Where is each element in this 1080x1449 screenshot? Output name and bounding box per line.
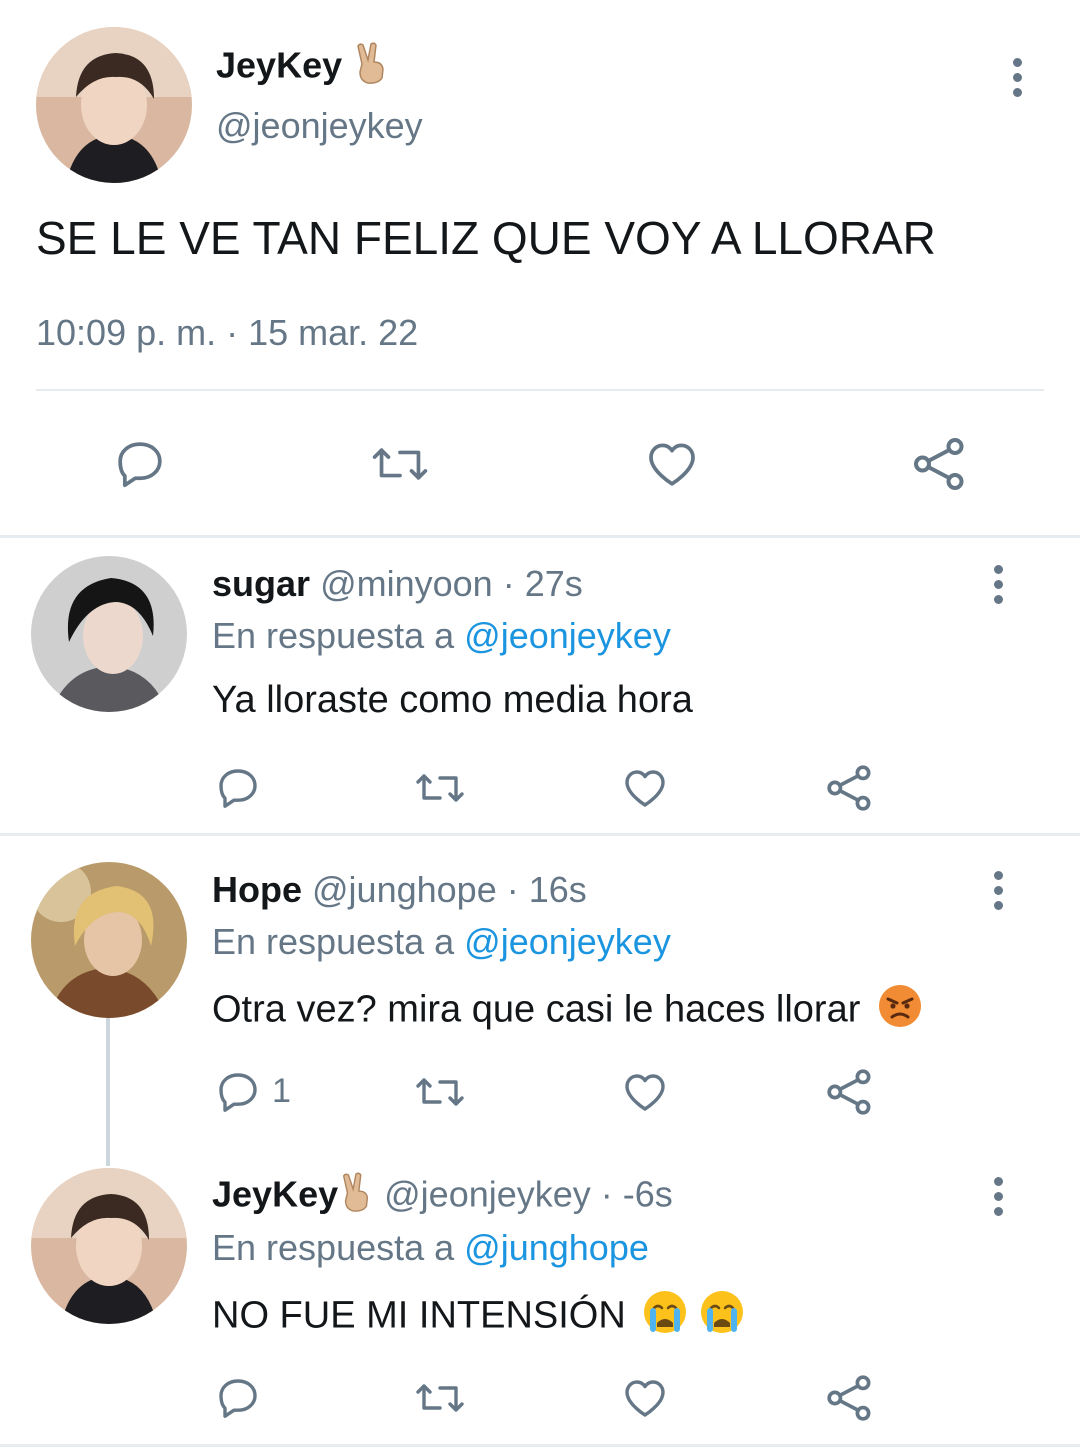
main-tweet-display-name: JeyKey	[216, 42, 390, 94]
reply-2-age: · 16s	[506, 869, 587, 910]
section-divider	[0, 535, 1080, 538]
reply-1-prefix: En respuesta a	[212, 615, 455, 656]
angry-face-emoji-icon	[877, 983, 923, 1040]
reply-3-share-icon[interactable]	[824, 1372, 876, 1424]
reply-3-age: · -6s	[600, 1173, 673, 1215]
reply-3-retweet-icon[interactable]	[414, 1374, 466, 1422]
reply-3-mention[interactable]: @junghope	[464, 1227, 649, 1268]
reply-1-text: Ya lloraste como media hora	[212, 679, 693, 721]
reply-1-handle[interactable]: @minyoon	[320, 563, 493, 604]
reply-3-display-name[interactable]: JeyKey	[212, 1174, 338, 1215]
reply-2-text: Otra vez? mira que casi le haces llorar	[212, 988, 861, 1031]
reply-avatar-sugar[interactable]	[31, 556, 187, 712]
thread-line	[106, 1018, 110, 1166]
reply-2-mention[interactable]: @jeonjeykey	[464, 921, 671, 962]
main-tweet-timestamp[interactable]: 10:09 p. m. · 15 mar. 22	[36, 311, 418, 355]
reply-3-reply-icon[interactable]	[214, 1374, 262, 1422]
crying-face-emoji-icon	[642, 1289, 688, 1346]
reply-3-body: NO FUE MI INTENSIÓN	[212, 1289, 745, 1346]
reply-2-header: Hope @junghope · 16s	[212, 868, 587, 912]
reply-2-reply-icon[interactable]	[214, 1068, 262, 1116]
reply-2-retweet-icon[interactable]	[414, 1068, 466, 1116]
reply-2-handle[interactable]: @junghope	[312, 869, 497, 910]
section-divider	[0, 833, 1080, 836]
reply-1-mention[interactable]: @jeonjeykey	[464, 615, 671, 656]
main-tweet-avatar[interactable]	[36, 27, 192, 183]
reply-3-context: En respuesta a @junghope	[212, 1226, 649, 1270]
reply-3-prefix: En respuesta a	[212, 1227, 455, 1268]
reply-2-like-icon[interactable]	[621, 1068, 669, 1116]
reply-3-header: JeyKey @jeonjeykey · -6s	[212, 1172, 673, 1222]
reply-1-retweet-icon[interactable]	[414, 764, 466, 812]
reply-2-prefix: En respuesta a	[212, 921, 455, 962]
main-tweet-divider	[36, 389, 1044, 391]
main-share-icon[interactable]	[910, 434, 970, 494]
reply-2-share-icon[interactable]	[824, 1066, 876, 1118]
crying-face-emoji-icon	[699, 1289, 745, 1346]
reply-1-reply-icon[interactable]	[214, 764, 262, 812]
reply-2-display-name[interactable]: Hope	[212, 869, 302, 910]
victory-hand-emoji-icon	[352, 42, 390, 94]
reply-1-header: sugar @minyoon · 27s	[212, 562, 583, 606]
reply-1-context: En respuesta a @jeonjeykey	[212, 614, 671, 658]
main-reply-icon[interactable]	[112, 436, 168, 492]
reply-1-age: · 27s	[502, 563, 583, 604]
section-divider	[0, 1444, 1080, 1447]
reply-3-like-icon[interactable]	[621, 1374, 669, 1422]
reply-2-reply-count: 1	[272, 1072, 291, 1110]
reply-2-body: Otra vez? mira que casi le haces llorar	[212, 983, 923, 1040]
display-name-text: JeyKey	[216, 44, 343, 86]
main-tweet-handle[interactable]: @jeonjeykey	[216, 104, 423, 148]
reply-avatar-hope[interactable]	[31, 862, 187, 1018]
main-like-icon[interactable]	[644, 436, 700, 492]
reply-1-like-icon[interactable]	[621, 764, 669, 812]
victory-hand-emoji-icon	[338, 1172, 374, 1222]
reply-3-text: NO FUE MI INTENSIÓN	[212, 1294, 626, 1337]
reply-2-context: En respuesta a @jeonjeykey	[212, 920, 671, 964]
reply-1-more-icon[interactable]	[993, 565, 1005, 610]
reply-1-display-name[interactable]: sugar	[212, 563, 310, 604]
reply-3-handle[interactable]: @jeonjeykey	[384, 1174, 591, 1215]
reply-avatar-jeykey[interactable]	[31, 1168, 187, 1324]
reply-3-more-icon[interactable]	[993, 1177, 1005, 1222]
main-tweet-text: SE LE VE TAN FELIZ QUE VOY A LLORAR	[36, 212, 936, 264]
main-tweet-more-icon[interactable]	[1012, 58, 1024, 103]
reply-2-more-icon[interactable]	[993, 871, 1005, 916]
reply-1-share-icon[interactable]	[824, 762, 876, 814]
main-retweet-icon[interactable]	[370, 436, 430, 492]
